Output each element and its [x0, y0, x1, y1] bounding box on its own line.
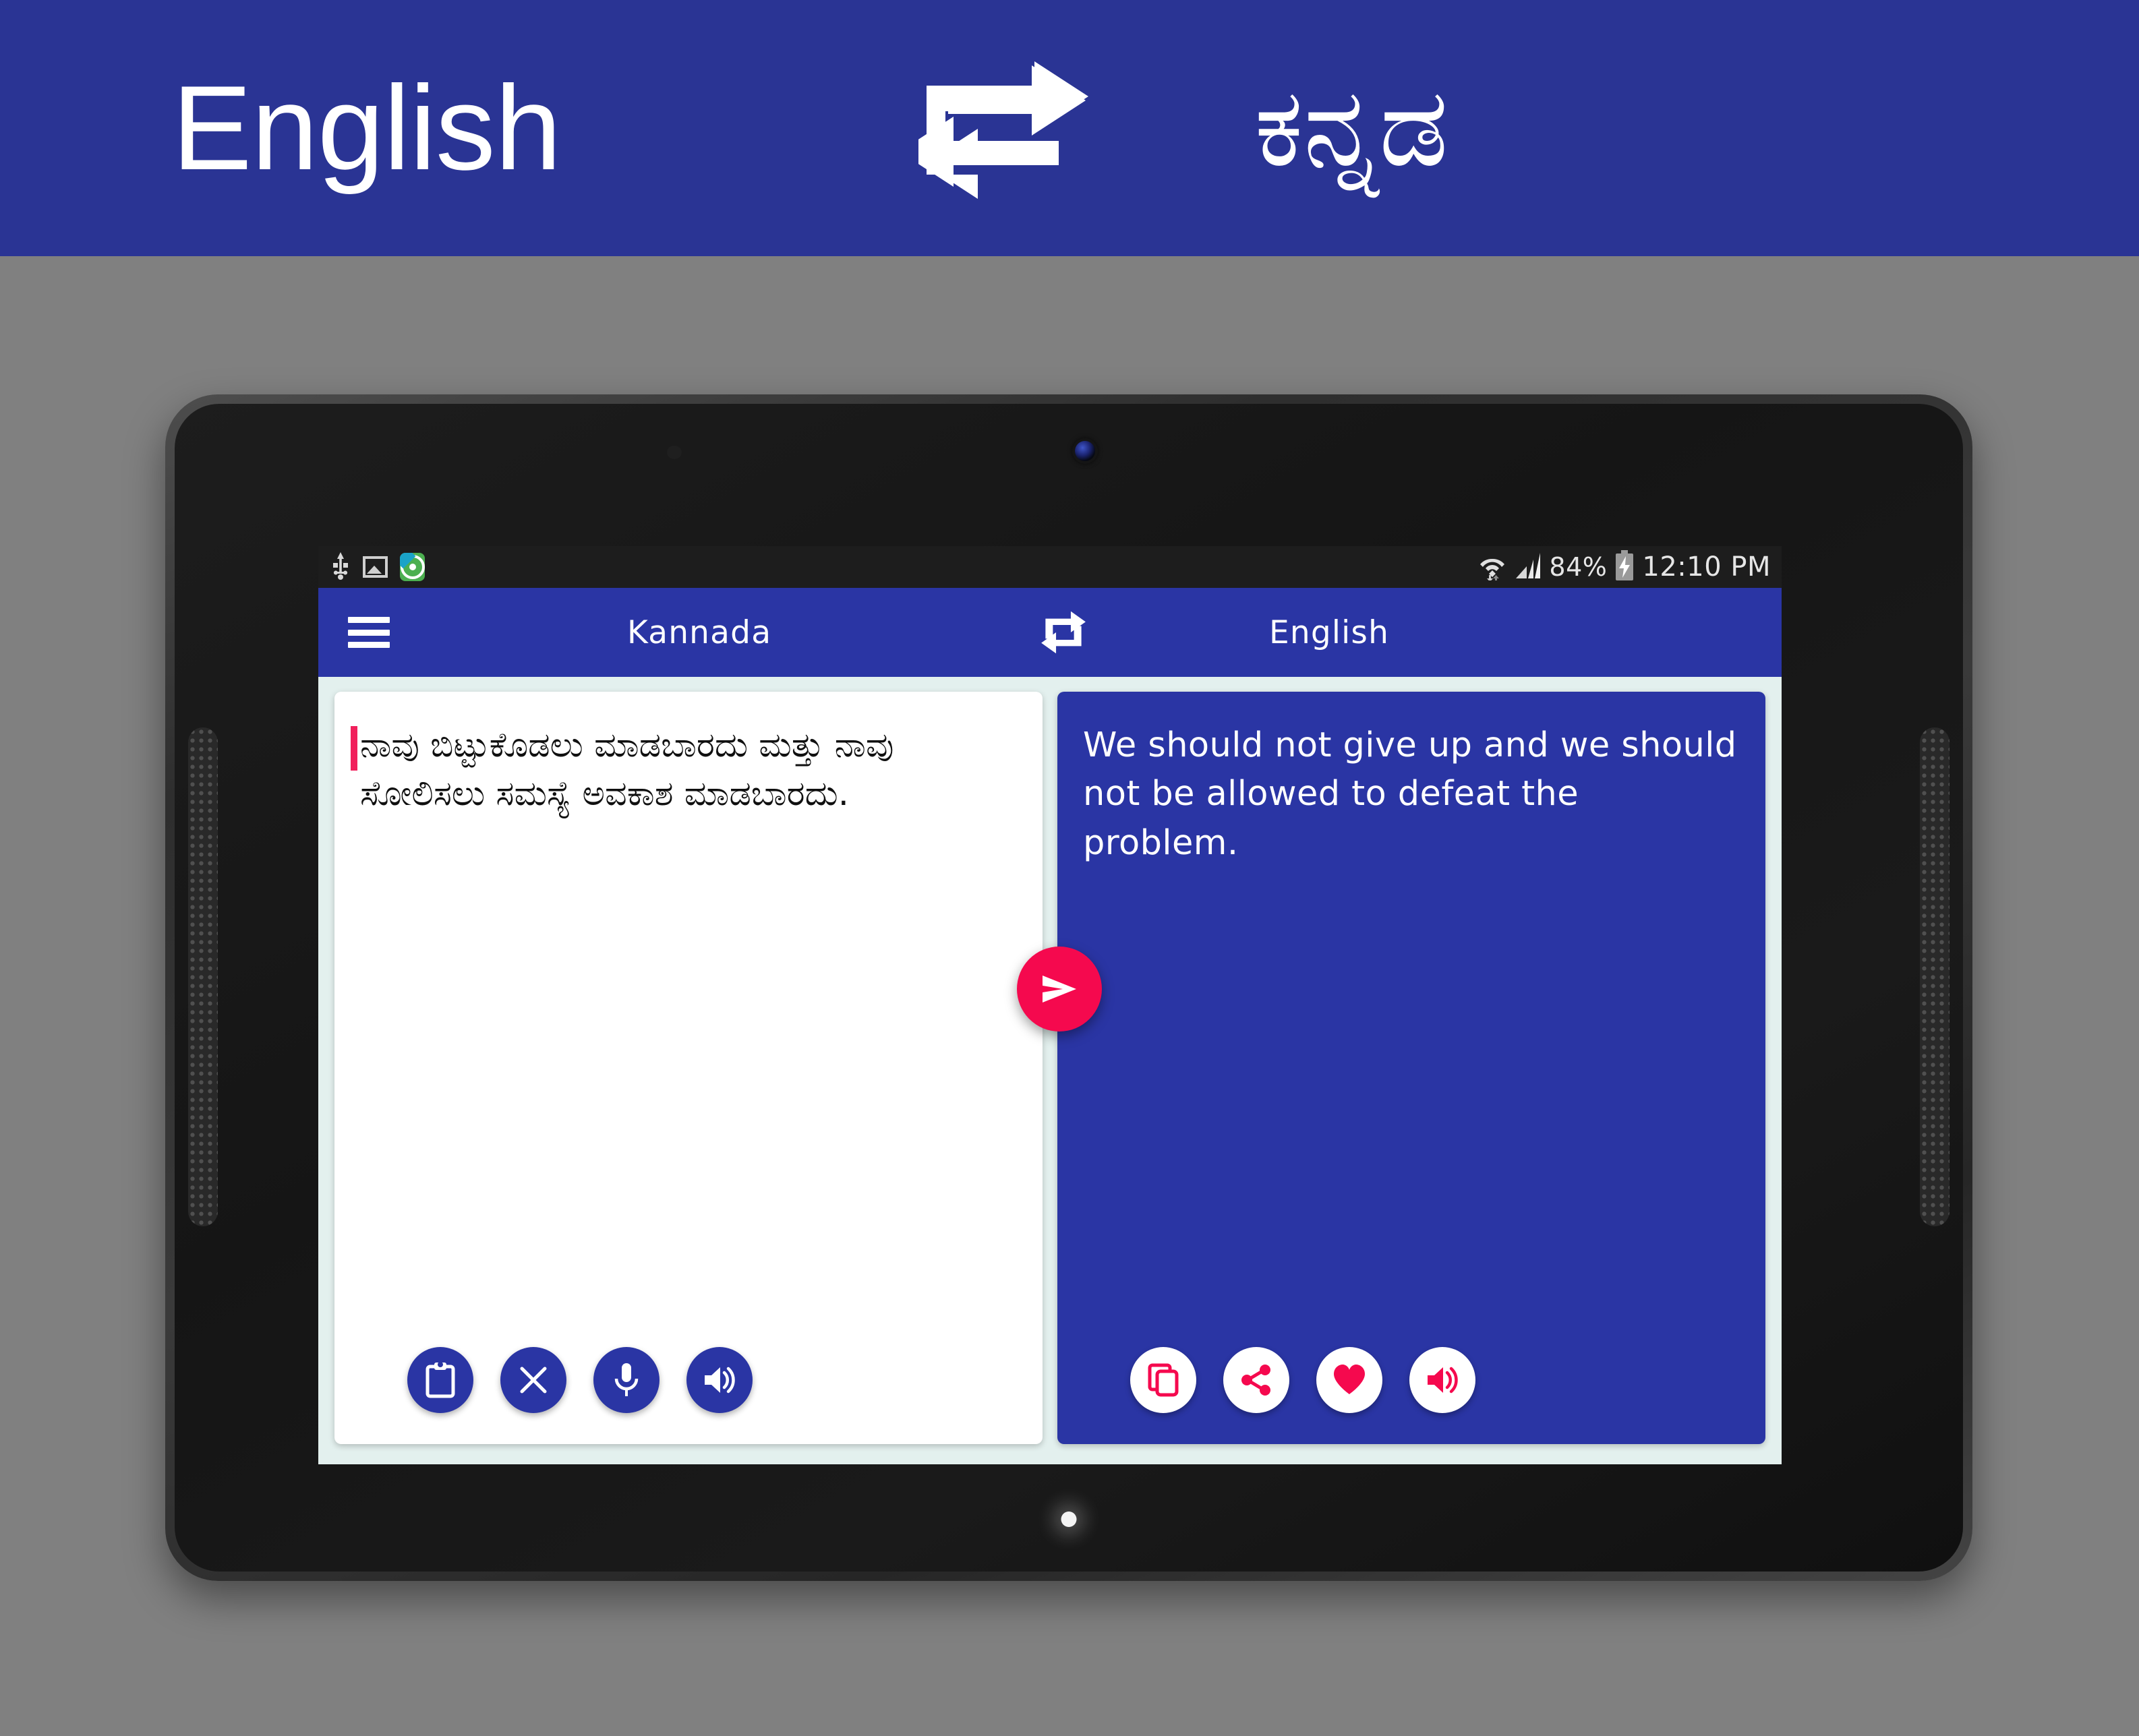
- app-bar: Kannada English: [318, 588, 1782, 677]
- status-bar-right-icons: 84% 12:10 PM: [1477, 549, 1771, 585]
- send-arrow-icon: [1043, 976, 1076, 1002]
- front-camera: [1075, 441, 1095, 461]
- translate-button[interactable]: [1017, 947, 1102, 1031]
- close-x-icon: [520, 1367, 547, 1394]
- target-action-row: [1130, 1347, 1475, 1413]
- clipboard-paste-icon: [426, 1362, 455, 1398]
- hamburger-menu-icon[interactable]: [348, 617, 390, 648]
- wifi-icon: [1477, 551, 1507, 584]
- battery-percent-label: 84%: [1549, 552, 1608, 582]
- paste-button[interactable]: [407, 1347, 473, 1413]
- notification-led: [1061, 1511, 1077, 1527]
- source-action-row: [407, 1347, 753, 1413]
- favorite-button[interactable]: [1316, 1347, 1382, 1413]
- source-language-selector[interactable]: Kannada: [627, 614, 771, 651]
- speaker-grille-right: [1920, 727, 1950, 1226]
- usb-icon: [330, 551, 351, 584]
- heart-icon: [1334, 1365, 1365, 1394]
- screen-recorder-app-icon: [400, 553, 425, 581]
- screenshot-image-icon: [363, 556, 388, 578]
- tablet-screen: 84% 12:10 PM Kannada English ನಾವು ಬಿಟ್ಟು…: [318, 546, 1782, 1464]
- status-bar-left-icons: [330, 551, 425, 584]
- translation-panels: ನಾವು ಬಿಟ್ಟುಕೊಡಲು ಮಾಡಬಾರದು ಮತ್ತು ನಾವು ಸೋಲ…: [318, 677, 1782, 1464]
- target-language-selector[interactable]: English: [1269, 614, 1389, 651]
- voice-input-button[interactable]: [593, 1347, 660, 1413]
- proximity-sensor: [667, 446, 682, 459]
- promo-banner: English ಕನ್ನಡ: [0, 0, 2139, 256]
- banner-target-language: ಕನ್ನಡ: [1254, 66, 1449, 189]
- copy-button[interactable]: [1130, 1347, 1196, 1413]
- swap-languages-icon[interactable]: [1038, 608, 1088, 657]
- speaker-volume-icon: [1428, 1367, 1458, 1394]
- copy-icon: [1148, 1363, 1179, 1397]
- speak-target-button[interactable]: [1409, 1347, 1475, 1413]
- microphone-icon: [614, 1363, 639, 1396]
- tablet-device: 84% 12:10 PM Kannada English ನಾವು ಬಿಟ್ಟು…: [165, 394, 1972, 1581]
- android-status-bar: 84% 12:10 PM: [318, 546, 1782, 588]
- device-bezel: 84% 12:10 PM Kannada English ನಾವು ಬಿಟ್ಟು…: [175, 404, 1963, 1572]
- battery-charging-icon: [1614, 549, 1635, 585]
- banner-source-language: English: [172, 61, 562, 195]
- share-button[interactable]: [1223, 1347, 1289, 1413]
- speak-source-button[interactable]: [686, 1347, 753, 1413]
- cellular-signal-icon: [1515, 551, 1542, 583]
- clear-button[interactable]: [500, 1347, 566, 1413]
- source-text-panel: ನಾವು ಬಿಟ್ಟುಕೊಡಲು ಮಾಡಬಾರದು ಮತ್ತು ನಾವು ಸೋಲ…: [334, 692, 1043, 1444]
- swap-arrows-icon: [900, 57, 1094, 199]
- translated-text: We should not give up and we should not …: [1083, 725, 1737, 863]
- speaker-volume-icon: [705, 1367, 735, 1394]
- speaker-grille-left: [188, 727, 218, 1226]
- target-text-panel: We should not give up and we should not …: [1057, 692, 1765, 1444]
- source-text-input[interactable]: ನಾವು ಬಿಟ್ಟುಕೊಡಲು ಮಾಡಬಾರದು ಮತ್ತು ನಾವು ಸೋಲ…: [351, 721, 1021, 819]
- status-bar-clock: 12:10 PM: [1642, 551, 1771, 582]
- share-icon: [1241, 1365, 1270, 1396]
